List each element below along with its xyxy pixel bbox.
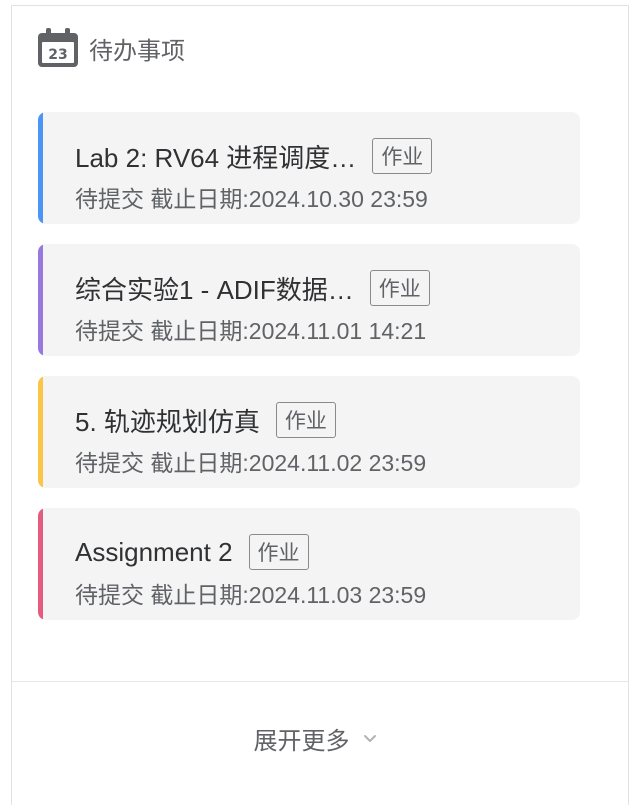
todo-status-deadline: 待提交 截止日期:2024.11.02 23:59 bbox=[75, 450, 427, 476]
todo-item[interactable]: Assignment 2 作业 待提交 截止日期:2024.11.03 23:5… bbox=[38, 508, 580, 620]
todo-type-tag: 作业 bbox=[275, 402, 336, 438]
todo-type-tag: 作业 bbox=[372, 138, 433, 174]
todo-title[interactable]: Lab 2: RV64 进程调度… bbox=[75, 138, 356, 175]
todo-color-stripe bbox=[38, 112, 43, 224]
todo-color-stripe bbox=[38, 244, 43, 356]
todo-color-stripe bbox=[38, 508, 43, 620]
expand-more-label: 展开更多 bbox=[253, 726, 350, 755]
page-title: 待办事项 bbox=[89, 37, 185, 65]
todo-color-stripe bbox=[38, 376, 43, 488]
todo-status-deadline: 待提交 截止日期:2024.11.01 14:21 bbox=[75, 318, 427, 344]
todo-list: Lab 2: RV64 进程调度… 作业 待提交 截止日期:2024.10.30… bbox=[38, 112, 580, 640]
todo-title[interactable]: 综合实验1 - ADIF数据… bbox=[75, 270, 354, 307]
todo-type-tag: 作业 bbox=[248, 534, 309, 570]
todo-title[interactable]: Assignment 2 bbox=[75, 537, 233, 568]
calendar-icon: 23 bbox=[37, 28, 79, 68]
chevron-down-icon bbox=[362, 730, 378, 746]
todo-status-deadline: 待提交 截止日期:2024.10.30 23:59 bbox=[75, 186, 428, 212]
todo-item[interactable]: Lab 2: RV64 进程调度… 作业 待提交 截止日期:2024.10.30… bbox=[38, 112, 580, 224]
calendar-day-text: 23 bbox=[48, 47, 67, 63]
todo-item[interactable]: 综合实验1 - ADIF数据… 作业 待提交 截止日期:2024.11.01 1… bbox=[38, 244, 580, 356]
todo-title[interactable]: 5. 轨迹规划仿真 bbox=[75, 402, 260, 439]
todo-item[interactable]: 5. 轨迹规划仿真 作业 待提交 截止日期:2024.11.02 23:59 bbox=[38, 376, 580, 488]
footer-divider bbox=[12, 681, 629, 682]
expand-more-button[interactable]: 展开更多 bbox=[0, 714, 631, 762]
todo-header: 23 待办事项 bbox=[37, 28, 185, 68]
todo-type-tag: 作业 bbox=[369, 270, 430, 306]
todo-status-deadline: 待提交 截止日期:2024.11.03 23:59 bbox=[75, 582, 427, 608]
